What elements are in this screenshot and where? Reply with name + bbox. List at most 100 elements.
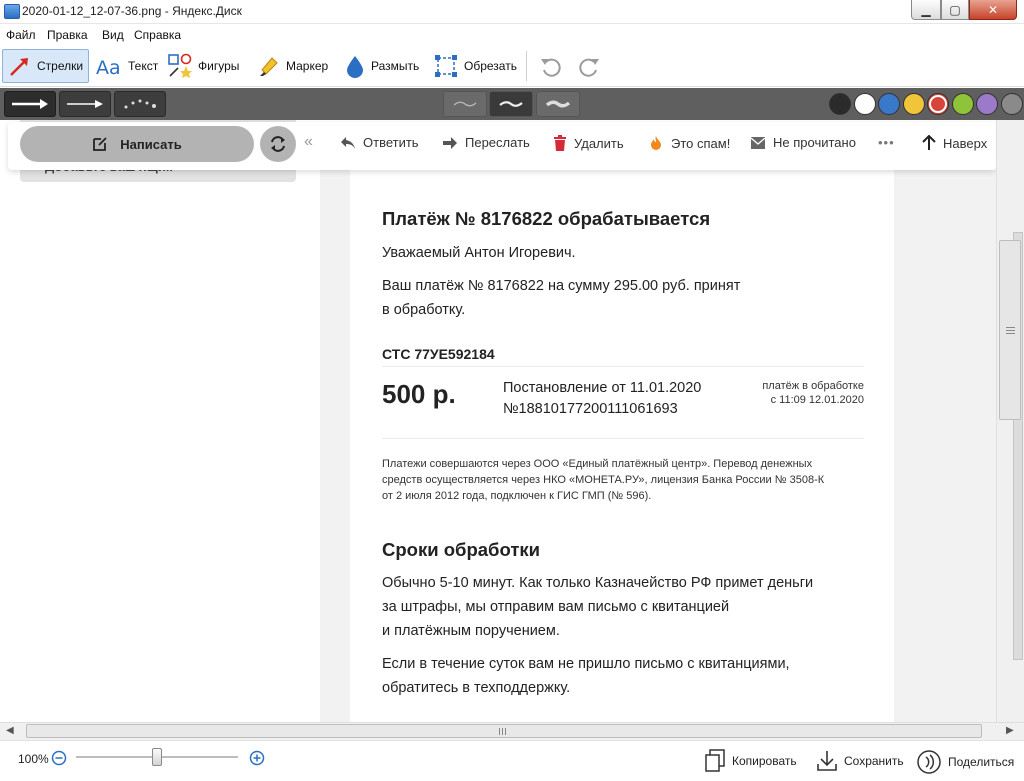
- terms-heading: Сроки обработки: [382, 539, 541, 560]
- compose-icon: [93, 137, 107, 151]
- reply-icon: [341, 136, 355, 149]
- mail-viewer: Добавьте ваш ящик Платёж № 8176822 обраб…: [0, 120, 996, 722]
- forward-label: Переслать: [465, 135, 530, 150]
- compose-button[interactable]: Написать: [20, 126, 254, 162]
- color-swatch[interactable]: [878, 93, 900, 115]
- tool-crop[interactable]: Обрезать: [428, 49, 522, 83]
- straight-arrow-icon: [12, 99, 48, 109]
- undo-button[interactable]: [534, 49, 573, 83]
- redo-icon: [579, 58, 599, 77]
- maximize-icon: ▢: [949, 2, 961, 17]
- divider: [382, 438, 864, 439]
- redo-button[interactable]: [572, 49, 611, 83]
- more-actions-button[interactable]: •••: [878, 135, 895, 150]
- arrow-style-straight[interactable]: [4, 91, 56, 117]
- annotation-toolbar: Стрелки Aa Текст Фигуры Маркер Размыть О…: [0, 45, 1024, 87]
- payment-note-line-1: Платежи совершаются через ООО «Единый пл…: [382, 458, 813, 470]
- arrow-style-dotted[interactable]: [114, 91, 166, 117]
- reply-button[interactable]: Ответить: [340, 135, 419, 150]
- spam-label: Это спам!: [671, 135, 731, 151]
- copy-label: Копировать: [732, 754, 797, 768]
- payment-accepted-line-1: Ваш платёж № 8176822 на сумму 295.00 руб…: [382, 278, 741, 294]
- terms-line-3: и платёжным поручением.: [382, 623, 560, 639]
- compose-label: Написать: [120, 136, 182, 152]
- tool-shapes-label: Фигуры: [198, 59, 240, 73]
- scroll-right-icon[interactable]: ▶: [1006, 725, 1014, 736]
- arrow-up-icon: [922, 135, 936, 150]
- payment-status-line-2: с 11:09 12.01.2020: [770, 394, 864, 406]
- message-body: Платёж № 8176822 обрабатывается Уважаемы…: [350, 170, 894, 722]
- horizontal-scroll-thumb[interactable]: [26, 724, 982, 738]
- payment-accepted-line-2: в обработку.: [382, 302, 466, 318]
- collapse-sidebar-icon[interactable]: «: [304, 133, 313, 151]
- menu-edit[interactable]: Правка: [47, 28, 88, 42]
- window-title: 2020-01-12_12-07-36.png - Яндекс.Диск: [22, 4, 242, 18]
- menu-help[interactable]: Справка: [134, 28, 181, 42]
- close-button[interactable]: ✕: [969, 0, 1017, 20]
- zoom-level: 100%: [18, 752, 49, 766]
- tool-arrows-label: Стрелки: [37, 59, 84, 73]
- menu-bar: Файл Правка Вид Справка: [0, 25, 1024, 45]
- scroll-to-top-button[interactable]: Наверх: [922, 135, 987, 151]
- mail-sidebar: Добавьте ваш ящик: [0, 120, 320, 722]
- terms-line-2: за штрафы, мы отправим вам письмо с квит…: [382, 599, 730, 615]
- toolbar-divider: [526, 51, 527, 81]
- tool-marker[interactable]: Маркер: [252, 49, 333, 83]
- stroke-width-medium[interactable]: [489, 91, 533, 117]
- wave-thick-icon: [545, 100, 571, 108]
- stroke-width-thin[interactable]: [443, 91, 487, 117]
- menu-view[interactable]: Вид: [102, 28, 124, 42]
- arrow-style-thin[interactable]: [59, 91, 111, 117]
- zoom-out-icon: [51, 750, 67, 766]
- share-icon: [917, 750, 941, 774]
- arrow-tool-icon: [10, 58, 28, 76]
- tool-blur[interactable]: Размыть: [339, 49, 424, 83]
- tool-arrows[interactable]: Стрелки: [2, 49, 90, 83]
- tool-text[interactable]: Aa Текст: [90, 49, 163, 83]
- zoom-in-button[interactable]: [249, 750, 271, 766]
- save-button[interactable]: Сохранить: [816, 749, 904, 773]
- mark-unread-button[interactable]: Не прочитано: [750, 135, 856, 150]
- color-swatch[interactable]: [951, 93, 974, 115]
- mail-action-bar: Написать « Ответить Переслать Удалить Эт…: [8, 122, 996, 170]
- color-swatch[interactable]: [829, 93, 851, 115]
- download-icon: [817, 751, 837, 771]
- wave-medium-icon: [499, 101, 523, 107]
- minimize-button[interactable]: ▁: [911, 0, 941, 20]
- zoom-out-button[interactable]: [51, 750, 73, 766]
- crop-tool-icon: [435, 55, 457, 77]
- color-swatch[interactable]: [853, 93, 876, 115]
- shapes-tool-icon: [168, 53, 192, 78]
- zoom-slider-knob[interactable]: [152, 748, 162, 766]
- vertical-scroll-thumb[interactable]: [999, 240, 1021, 420]
- undo-icon: [541, 58, 561, 77]
- maximize-button[interactable]: ▢: [941, 0, 969, 20]
- blur-tool-icon: [347, 56, 363, 78]
- wave-thin-icon: [453, 101, 477, 107]
- refresh-button[interactable]: [260, 126, 296, 162]
- marker-tool-icon: [260, 57, 278, 76]
- share-label: Поделиться: [948, 755, 1015, 769]
- zoom-in-icon: [249, 750, 265, 766]
- payment-note-line-2: средств осуществляется через НКО «МОНЕТА…: [382, 474, 825, 486]
- stroke-width-thick[interactable]: [536, 91, 580, 117]
- delete-button[interactable]: Удалить: [553, 135, 624, 151]
- copy-button[interactable]: Копировать: [704, 749, 797, 773]
- color-swatch[interactable]: [976, 93, 998, 115]
- scroll-to-top-label: Наверх: [943, 135, 988, 151]
- menu-file[interactable]: Файл: [6, 28, 36, 42]
- reply-label: Ответить: [363, 135, 419, 150]
- forward-button[interactable]: Переслать: [442, 135, 530, 150]
- color-swatch[interactable]: [902, 93, 925, 115]
- share-button[interactable]: Поделиться: [916, 749, 1014, 775]
- decree-date: Постановление от 11.01.2020: [503, 380, 702, 396]
- tool-shapes[interactable]: Фигуры: [162, 49, 244, 83]
- message-heading: Платёж № 8176822 обрабатывается: [382, 208, 711, 229]
- color-swatch[interactable]: [927, 93, 949, 115]
- spam-button[interactable]: Это спам!: [648, 135, 730, 151]
- fine-amount: 500 р.: [382, 379, 456, 409]
- support-line-1: Если в течение суток вам не пришло письм…: [382, 656, 790, 672]
- scroll-left-icon[interactable]: ◀: [6, 725, 14, 736]
- trash-icon: [554, 135, 566, 151]
- color-swatch[interactable]: [1000, 93, 1023, 115]
